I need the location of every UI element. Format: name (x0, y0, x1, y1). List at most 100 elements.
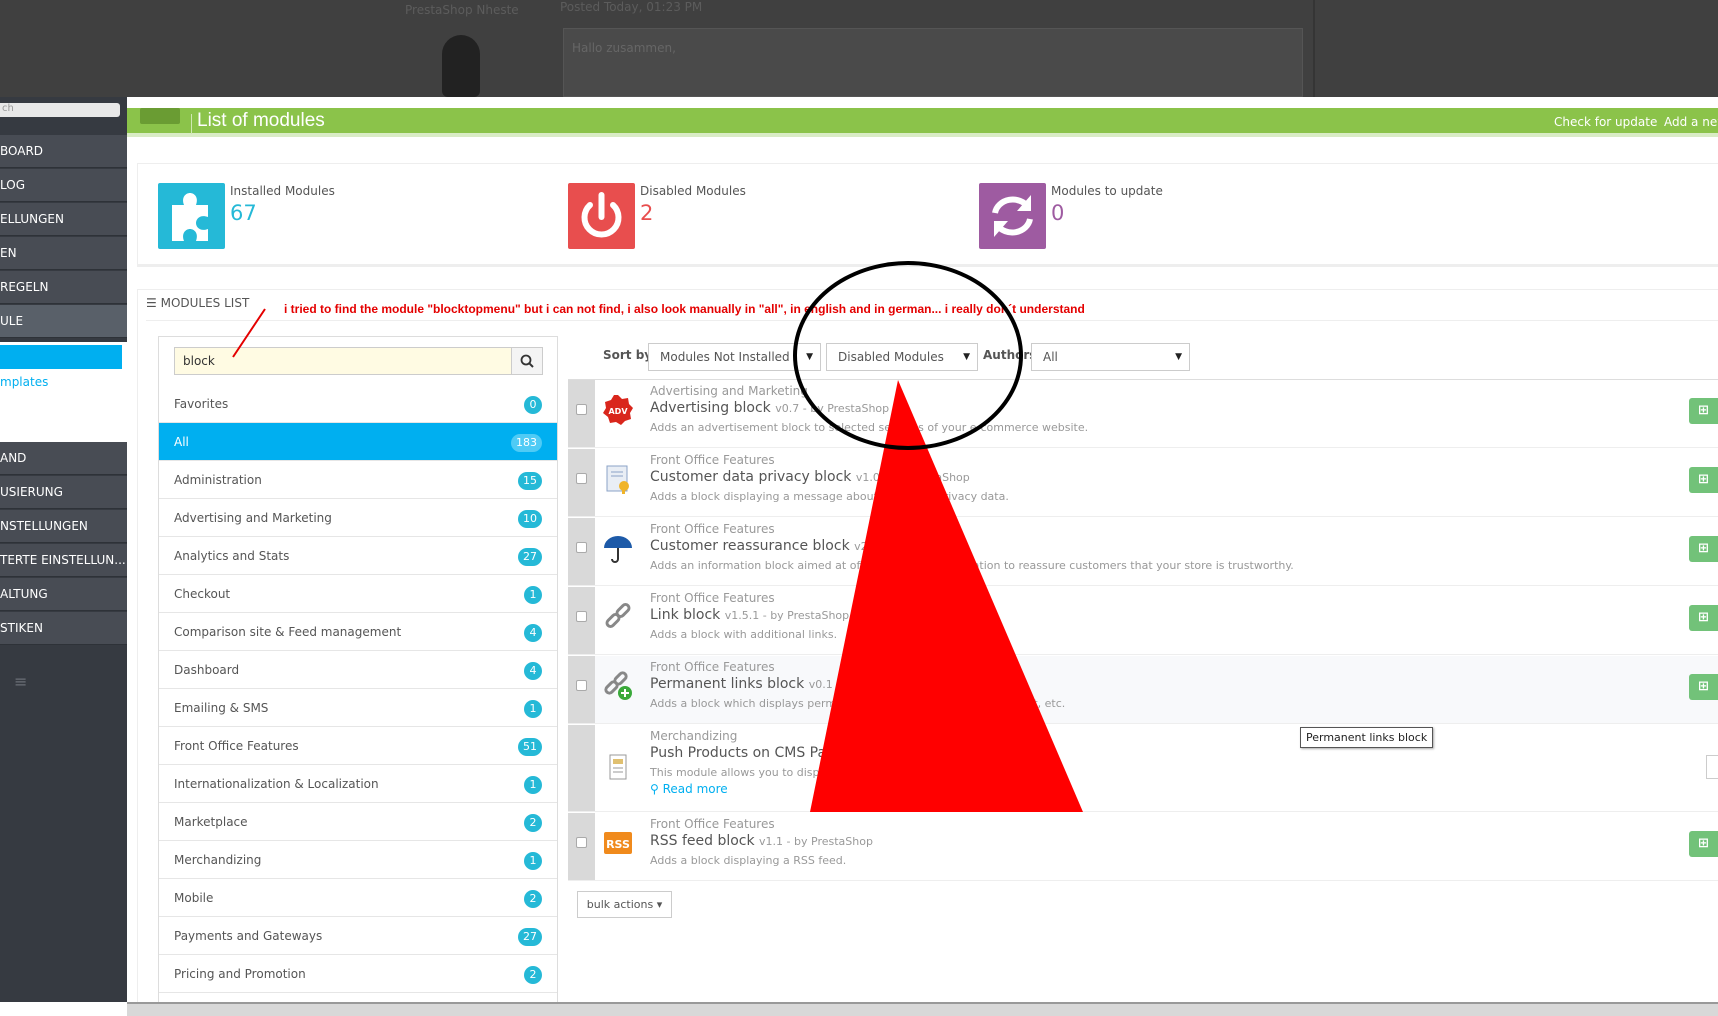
sidebar-item-modules[interactable]: ULE (0, 305, 127, 338)
category-item[interactable]: Marketplace 2 (159, 803, 557, 841)
sidebar-subitem-active[interactable] (0, 345, 122, 369)
install-button[interactable]: ⊞ (1689, 674, 1718, 700)
page-title: List of modules (197, 110, 325, 131)
category-item[interactable]: Merchandizing 1 (159, 841, 557, 879)
install-button[interactable]: ⊞ (1689, 467, 1718, 493)
sidebar-search-input[interactable]: ch (0, 103, 120, 117)
kpi-disabled-value: 2 (640, 201, 654, 225)
category-label: Merchandizing (174, 853, 262, 867)
forum-post-text: Hallo zusammen, (572, 41, 676, 55)
module-checkbox[interactable] (576, 473, 587, 484)
category-count-badge: 1 (524, 776, 542, 794)
kpi-update-label: Modules to update (1051, 184, 1163, 198)
category-label: Advertising and Marketing (174, 511, 332, 525)
sidebar-item-customers[interactable]: EN (0, 237, 127, 270)
list-icon: ☰ (146, 296, 157, 310)
taskbar-strip (127, 1002, 1718, 1016)
category-item[interactable]: Analytics and Stats 27 (159, 537, 557, 575)
category-item[interactable]: Comparison site & Feed management 4 (159, 613, 557, 651)
category-item[interactable]: Mobile 2 (159, 879, 557, 917)
read-more-link[interactable]: ⚲ Read more (650, 782, 728, 796)
privacy-icon (602, 463, 634, 495)
sidebar-item-orders[interactable]: ELLUNGEN (0, 203, 127, 236)
kpi-panel: Installed Modules 67 Disabled Modules 2 … (137, 163, 1718, 267)
link-add-icon (602, 670, 634, 702)
category-count-badge: 183 (511, 434, 542, 452)
install-button[interactable]: ⊞ (1689, 536, 1718, 562)
sidebar-subitem-templates[interactable]: mplates (0, 375, 48, 389)
module-row: Merchandizing Push Products on CMS Pages… (568, 725, 1718, 812)
module-row: ADV Advertising and Marketing Advertisin… (568, 380, 1718, 448)
kpi-disabled-label: Disabled Modules (640, 184, 746, 198)
module-name: Customer data privacy block (650, 469, 852, 485)
kpi-update-value: 0 (1051, 201, 1065, 225)
category-label: Checkout (174, 587, 231, 601)
module-action-dropdown[interactable] (1706, 755, 1718, 779)
category-count-badge: 4 (524, 662, 542, 680)
bulk-actions-button[interactable]: bulk actions ▾ (577, 891, 672, 918)
category-count-badge: 1 (524, 586, 542, 604)
link-icon (602, 601, 634, 633)
category-label: Favorites (174, 397, 229, 411)
category-count-badge: 0 (524, 396, 542, 414)
menu-toggle-icon[interactable]: ≡ (14, 672, 27, 691)
forum-post-strip: PrestaShop Nheste Posted Today, 01:23 PM… (0, 0, 1718, 97)
power-icon (568, 183, 635, 249)
category-item[interactable]: Front Office Features 51 (159, 727, 557, 765)
tooltip: Permanent links block (1300, 727, 1434, 748)
sidebar-item-dashboard[interactable]: BOARD (0, 135, 127, 168)
module-checkbox[interactable] (576, 542, 587, 553)
avatar (442, 35, 480, 97)
sidebar-item-price-rules[interactable]: REGELN (0, 271, 127, 304)
sidebar-item-administration[interactable]: ALTUNG (0, 578, 127, 611)
category-count-badge: 4 (524, 624, 542, 642)
module-name: Push Products on CMS Pages (650, 745, 851, 761)
category-item[interactable]: Payments and Gateways 27 (159, 917, 557, 955)
module-checkbox[interactable] (576, 837, 587, 848)
forum-author: PrestaShop Nheste (405, 3, 519, 17)
category-count-badge: 10 (518, 510, 542, 528)
module-checkbox[interactable] (576, 611, 587, 622)
category-item[interactable]: Checkout 1 (159, 575, 557, 613)
rss-icon: RSS (602, 827, 634, 859)
sidebar: ch BOARD LOG ELLUNGEN EN REGELN ULE mpla… (0, 97, 127, 1002)
sidebar-item-advanced-parameters[interactable]: TERTE EINSTELLUN... (0, 544, 127, 577)
category-item[interactable]: All 183 (159, 423, 557, 461)
puzzle-icon (158, 183, 225, 249)
category-item[interactable]: Advertising and Marketing 10 (159, 499, 557, 537)
category-item[interactable]: Administration 15 (159, 461, 557, 499)
sidebar-item-preferences[interactable]: NSTELLUNGEN (0, 510, 127, 543)
module-name: Advertising block (650, 400, 771, 416)
refresh-icon (979, 183, 1046, 249)
authors-select[interactable]: All ▼ (1031, 343, 1190, 371)
category-label: All (174, 435, 189, 449)
install-button[interactable]: ⊞ (1689, 605, 1718, 631)
category-item[interactable]: Favorites 0 (159, 385, 557, 423)
sidebar-item-localization[interactable]: USIERUNG (0, 476, 127, 509)
add-module-link[interactable]: Add a new (1664, 115, 1718, 129)
module-checkbox[interactable] (576, 680, 587, 691)
sidebar-item-stats[interactable]: STIKEN (0, 612, 127, 645)
check-update-link[interactable]: Check for update (1554, 115, 1657, 129)
sidebar-item-shipping[interactable]: AND (0, 442, 127, 475)
kpi-installed-label: Installed Modules (230, 184, 335, 198)
install-button[interactable]: ⊞ (1689, 831, 1718, 857)
category-label: Internationalization & Localization (174, 777, 379, 791)
module-row: Front Office Features Customer data priv… (568, 449, 1718, 517)
category-item[interactable]: Dashboard 4 (159, 651, 557, 689)
category-item[interactable]: Emailing & SMS 1 (159, 689, 557, 727)
module-row: Front Office Features Customer reassuran… (568, 518, 1718, 586)
category-item[interactable]: Internationalization & Localization 1 (159, 765, 557, 803)
search-button[interactable] (511, 347, 543, 375)
module-row: RSS Front Office Features RSS feed block… (568, 813, 1718, 881)
svg-text:RSS: RSS (606, 838, 630, 851)
install-button[interactable]: ⊞ (1689, 398, 1718, 424)
module-search-input[interactable]: block (174, 347, 512, 375)
category-count-badge: 2 (524, 966, 542, 984)
category-count-badge: 27 (518, 548, 542, 566)
adv-icon: ADV (602, 394, 634, 426)
module-checkbox[interactable] (576, 404, 587, 415)
category-item[interactable]: Pricing and Promotion 2 (159, 955, 557, 993)
sidebar-item-catalog[interactable]: LOG (0, 169, 127, 202)
cms-icon (602, 752, 634, 784)
